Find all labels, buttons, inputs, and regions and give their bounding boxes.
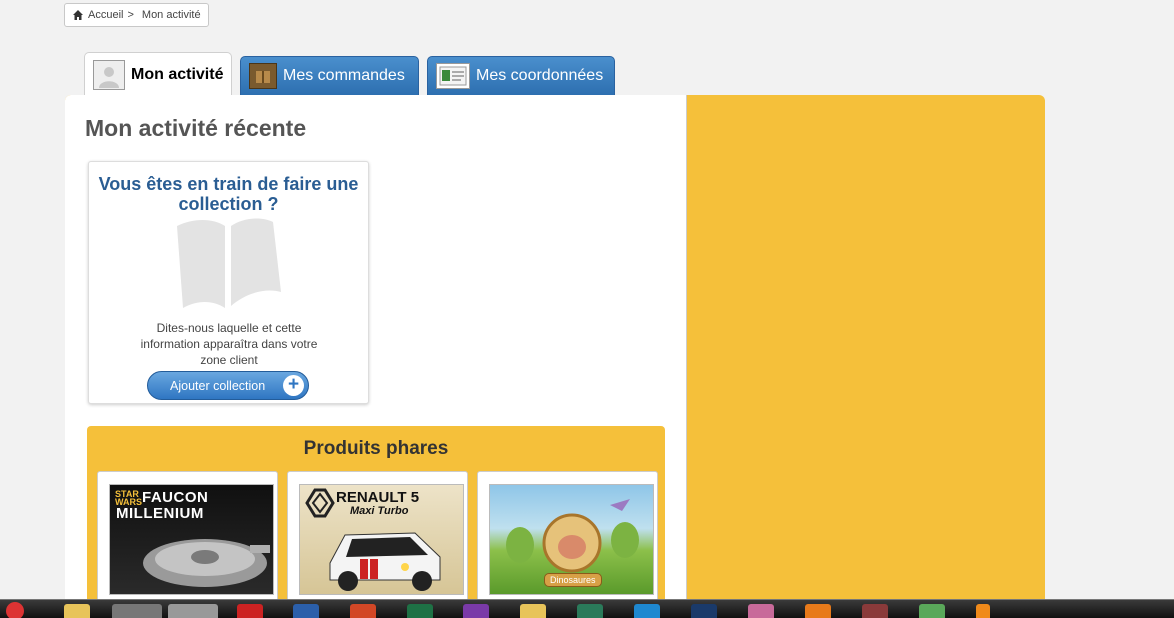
tab-label: Mes commandes [283, 67, 405, 84]
book-icon [173, 216, 283, 317]
breadcrumb-home-link[interactable]: Accueil [88, 9, 123, 21]
tab-mes-commandes[interactable]: Mes commandes [240, 56, 419, 96]
breadcrumb-separator: > [127, 9, 134, 21]
plus-icon: + [283, 375, 304, 396]
os-taskbar [0, 599, 1174, 618]
collection-card-text: Dites-nous laquelle et cette information… [140, 321, 318, 367]
folder-icon[interactable] [64, 604, 90, 618]
featured-title: Produits phares [303, 438, 449, 459]
indesign-icon[interactable] [748, 604, 774, 618]
tab-mon-activite[interactable]: Mon activité [84, 52, 232, 96]
page-title: Mon activité récente [85, 115, 307, 141]
vlc-icon[interactable] [976, 604, 990, 618]
product-card[interactable]: RENAULT 5 Maxi Turbo [287, 471, 468, 611]
home-icon[interactable] [72, 9, 84, 21]
collection-card-title: Vous êtes en train de faire une collecti… [98, 174, 359, 214]
collection-card: Vous êtes en train de faire une collecti… [88, 161, 369, 404]
publisher-icon[interactable] [577, 604, 603, 618]
activity-panel: Mon activité récente Vous êtes en train … [65, 95, 1045, 618]
breadcrumb: Accueil > Mon activité [64, 3, 209, 27]
activity-content: Mon activité récente Vous êtes en train … [65, 95, 687, 618]
product-card[interactable]: Dinosaures [477, 471, 658, 611]
word-icon[interactable] [293, 604, 319, 618]
product-image-dinosaures[interactable]: Dinosaures [489, 484, 654, 595]
product-title-line1: Dinosaures [544, 573, 602, 587]
id-card-icon [436, 63, 470, 89]
add-collection-button[interactable]: Ajouter collection + [147, 371, 309, 400]
window-icon[interactable] [168, 604, 218, 618]
tab-label: Mon activité [131, 65, 224, 83]
photoshop-icon[interactable] [691, 604, 717, 618]
tab-label: Mes coordonnées [476, 67, 604, 84]
product-image-renault-5[interactable]: RENAULT 5 Maxi Turbo [299, 484, 464, 595]
product-card[interactable]: STAR WARS FAUCON MILLENIUM [97, 471, 278, 611]
app-icon[interactable] [862, 604, 888, 618]
user-avatar-icon [93, 59, 125, 90]
acrobat-icon[interactable] [237, 604, 263, 618]
mail-icon[interactable] [520, 604, 546, 618]
rally-car-illustration [329, 532, 441, 591]
onenote-icon[interactable] [463, 604, 489, 618]
breadcrumb-current: Mon activité [141, 9, 201, 21]
tab-mes-coordonnees[interactable]: Mes coordonnées [427, 56, 615, 96]
chrome-icon[interactable] [6, 602, 24, 618]
firefox-icon[interactable] [112, 604, 162, 618]
featured-products: Produits phares STAR WARS FAUCON MILLENI… [87, 426, 665, 618]
skype-icon[interactable] [634, 604, 660, 618]
illustrator-icon[interactable] [805, 604, 831, 618]
add-collection-label: Ajouter collection [170, 378, 266, 393]
app-icon[interactable] [919, 604, 945, 618]
product-image-faucon-millenium[interactable]: STAR WARS FAUCON MILLENIUM [109, 484, 274, 595]
millennium-falcon-illustration [143, 539, 270, 587]
excel-icon[interactable] [407, 604, 433, 618]
package-icon [249, 63, 277, 89]
powerpoint-icon[interactable] [350, 604, 376, 618]
